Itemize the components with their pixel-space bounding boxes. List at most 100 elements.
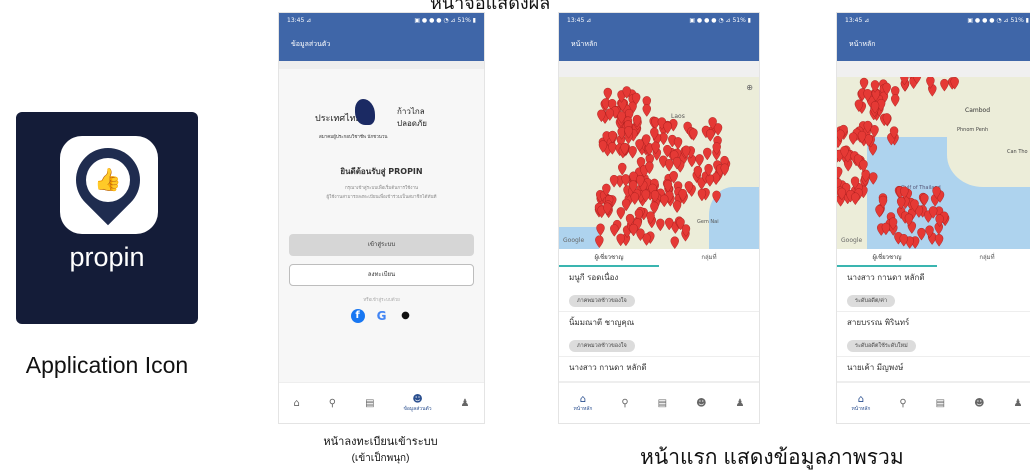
status-icons: ▣ ● ● ● ◔ ⊿ 51% ▮	[414, 16, 476, 24]
bottom-navigation: ⌂ หน้าหลัก ⚲ ▤ ☻ ♟	[559, 382, 759, 423]
map-pin-icon[interactable]	[595, 235, 604, 248]
tab-experts[interactable]: ผู้เชี่ยวชาญ	[559, 249, 659, 267]
phone-home-map-screen-2: 13:45 ⊿ ▣ ● ● ● ◔ ⊿ 51% ▮ หน้าหลัก Cambo…	[836, 12, 1030, 424]
map-pin-icon[interactable]	[621, 174, 630, 187]
map-pin-icon[interactable]	[689, 128, 698, 141]
map-pin-icon[interactable]	[851, 192, 860, 206]
nav-search-icon[interactable]: ⚲	[621, 398, 628, 409]
map-pin-icon[interactable]	[673, 137, 683, 150]
nav-home-icon[interactable]: ⌂ หน้าหลัก	[573, 394, 592, 413]
facebook-icon[interactable]: f	[350, 309, 365, 323]
map-pin-icon[interactable]	[642, 104, 651, 117]
phone-login-screen: 13:45 ⊿ ▣ ● ● ● ◔ ⊿ 51% ▮ ข้อมูลส่วนตัว …	[278, 12, 485, 424]
nav-home-icon[interactable]: ⌂	[293, 398, 299, 409]
nav-profile-icon[interactable]: ☻	[974, 398, 984, 409]
map-pin-icon[interactable]	[695, 154, 704, 167]
nav-profile-icon[interactable]: ☻ ข้อมูลส่วนตัว	[403, 394, 431, 413]
map-pin-icon[interactable]	[869, 172, 878, 185]
list-item[interactable]: นิ้มมณาตี ชาญคุณ ภาคพมวลช้าวของใจ	[559, 312, 759, 357]
app-bar: หน้าหลัก	[559, 27, 759, 61]
tab-experts[interactable]: ผู้เชี่ยวชาญ	[837, 249, 937, 267]
nav-profile-icon[interactable]: ☻	[696, 398, 706, 409]
list-item[interactable]: นางสาว กานดา หลักดี ระดับอดีต/ค่า	[837, 267, 1030, 312]
map-pin-icon[interactable]	[703, 147, 712, 161]
list-item[interactable]: มนูกี รอดเนื่อง ภาคพมวลช้าวของใจ	[559, 267, 759, 312]
list-item-chip: ระดับอดีตใช้ระดับใหม่	[847, 340, 916, 352]
bottom-navigation: ⌂ ⚲ ▤ ☻ ข้อมูลส่วนตัว ♟	[279, 382, 484, 423]
app-bar: ข้อมูลส่วนตัว	[279, 27, 484, 61]
map-pins-layer	[837, 77, 959, 249]
status-time: 13:45 ⊿	[567, 16, 592, 24]
map-pin-icon[interactable]	[629, 223, 638, 237]
google-icon[interactable]: G	[375, 309, 389, 323]
login-button[interactable]: เข้าสู่ระบบ	[289, 234, 474, 256]
list-item[interactable]: นายเค้า มีญพงษ์	[837, 357, 1030, 382]
map-pin-icon[interactable]	[672, 200, 682, 214]
nav-home-label: หน้าหลัก	[851, 405, 871, 412]
nav-bell-icon[interactable]: ♟	[1014, 398, 1023, 409]
map-view[interactable]: Cambod Phnom Penh Can Tho Gulf of Thaila…	[837, 77, 1030, 249]
nav-bell-icon[interactable]: ♟	[461, 398, 470, 409]
map-pin-icon[interactable]	[610, 224, 619, 237]
nav-search-icon[interactable]: ⚲	[899, 398, 906, 409]
map-pin-icon[interactable]	[891, 94, 900, 107]
list-item[interactable]: นางสาว กานดา หลักดี	[559, 357, 759, 382]
map-pin-icon[interactable]	[706, 129, 715, 142]
map-pin-icon[interactable]	[940, 78, 949, 92]
map-pin-icon[interactable]	[712, 190, 721, 204]
map-pin-icon[interactable]	[920, 193, 929, 207]
page-title: หน้าหลัก	[849, 39, 876, 48]
map-pin-icon[interactable]	[616, 207, 626, 220]
content-tabs: ผู้เชี่ยวชาญ กลุ่มที่	[559, 249, 759, 267]
nav-home-icon[interactable]: ⌂ หน้าหลัก	[851, 394, 870, 413]
map-pin-icon[interactable]	[628, 146, 637, 159]
map-pin-icon[interactable]	[934, 234, 944, 247]
bottom-navigation: ⌂ หน้าหลัก ⚲ ▤ ☻ ♟	[837, 382, 1030, 423]
map-pin-icon[interactable]	[596, 223, 605, 237]
map-pin-icon[interactable]	[656, 218, 665, 232]
map-pin-icon[interactable]	[899, 233, 908, 247]
list-item-chip: ภาคพมวลช้าวของใจ	[569, 340, 635, 352]
page-title: ข้อมูลส่วนตัว	[291, 39, 331, 48]
app-name: propin	[69, 242, 145, 272]
map-pin-icon[interactable]	[670, 236, 679, 249]
map-pin-icon[interactable]	[630, 192, 639, 205]
map-pin-icon[interactable]	[859, 77, 869, 91]
status-icons: ▣ ● ● ● ◔ ⊿ 51% ▮	[967, 16, 1029, 24]
home-screen-caption: หน้าแรก แสดงข้อมูลภาพรวม	[640, 446, 904, 469]
list-item[interactable]: สายบรรณ พิรินทร์ ระดับอดีตใช้ระดับใหม่	[837, 312, 1030, 357]
logo-org-text: สมาคมผู้ประกอบวิชาชีพ นักชวนวน	[319, 135, 388, 140]
list-item-name: นิ้มมณาตี ชาญคุณ	[569, 318, 635, 327]
map-pin-icon[interactable]	[616, 233, 625, 247]
page-title: หน้าหลัก	[571, 39, 598, 48]
app-bar: หน้าหลัก	[837, 27, 1030, 61]
list-item-name: มนูกี รอดเนื่อง	[569, 273, 619, 282]
map-pin-icon[interactable]	[705, 174, 715, 187]
map-pin-icon: 👍	[62, 134, 154, 226]
logo-line3: ปลอดภัย	[397, 119, 427, 128]
nav-bell-icon[interactable]: ♟	[736, 398, 745, 409]
nav-document-icon[interactable]: ▤	[936, 398, 945, 409]
list-item-chip: ภาคพมวลช้าวของใจ	[569, 295, 635, 307]
tab-groups[interactable]: กลุ่มที่	[659, 249, 759, 267]
map-pin-icon[interactable]	[896, 196, 906, 210]
map-pin-icon[interactable]	[837, 166, 843, 180]
phone-home-map-screen-1: 13:45 ⊿ ▣ ● ● ● ◔ ⊿ 51% ▮ หน้าหลัก Laos …	[558, 12, 760, 424]
list-item-name: นางสาว กานดา หลักดี	[569, 363, 647, 372]
map-pin-icon[interactable]	[848, 132, 858, 145]
nav-document-icon[interactable]: ▤	[658, 398, 667, 409]
social-login-row: f G ●	[279, 309, 484, 323]
status-time: 13:45 ⊿	[845, 16, 870, 24]
content-tabs: ผู้เชี่ยวชาญ กลุ่มที่	[837, 249, 1030, 267]
register-button[interactable]: ลงทะเบียน	[289, 264, 474, 286]
map-pin-icon[interactable]	[603, 87, 613, 101]
tab-groups[interactable]: กลุ่มที่	[937, 249, 1030, 267]
map-pin-icon[interactable]	[609, 174, 619, 188]
nav-search-icon[interactable]: ⚲	[329, 398, 336, 409]
map-pin-icon[interactable]	[660, 194, 669, 208]
map-pin-icon[interactable]	[664, 159, 674, 172]
map-view[interactable]: Laos Gem Nai Google ⊕	[559, 77, 759, 249]
map-pin-icon[interactable]	[618, 162, 627, 176]
nav-document-icon[interactable]: ▤	[365, 398, 374, 409]
apple-icon[interactable]: ●	[399, 309, 413, 323]
